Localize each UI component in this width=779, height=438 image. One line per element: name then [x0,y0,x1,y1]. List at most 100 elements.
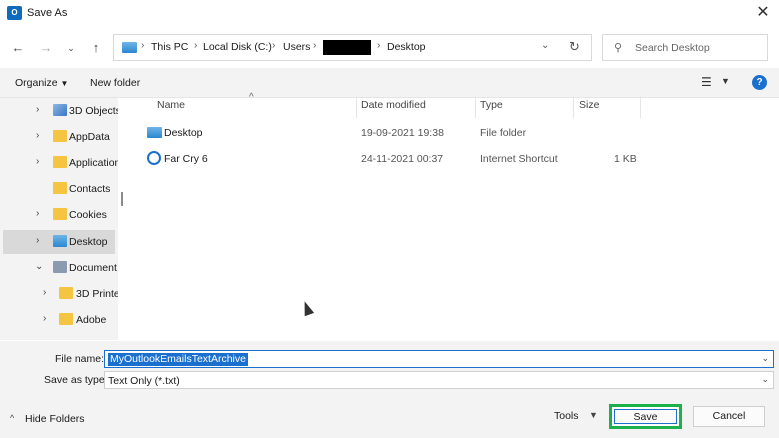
up-arrow-icon[interactable]: ↑ [86,38,106,58]
nav-item-label: Document [69,262,117,274]
search-input[interactable]: ⚲ Search Desktop [602,34,768,61]
nav-item-label: Adobe [76,314,107,326]
file-type: File folder [480,127,527,139]
search-icon: ⚲ [614,42,623,54]
file-row[interactable]: Desktop 19-09-2021 19:38 File folder [140,122,640,144]
new-folder-button[interactable]: New folder [90,77,140,89]
file-date: 19-09-2021 19:38 [361,127,444,139]
hide-folders-label: Hide Folders [25,413,85,425]
view-options-icon[interactable]: ☰ [701,75,712,89]
this-pc-icon [122,42,137,53]
title-bar: O Save As ✕ [0,0,779,28]
help-icon[interactable]: ? [752,75,767,90]
nav-item-label: Application [69,157,118,169]
command-bar: Organize ▼ New folder ☰ ▼ ? [0,68,779,98]
chevron-right-icon: › [194,40,198,51]
column-header-type[interactable]: Type [480,99,503,119]
chevron-up-icon: ^ [10,413,15,423]
folder-icon [53,182,67,194]
chevron-right-icon[interactable]: › [43,313,46,324]
address-bar[interactable]: › This PC › Local Disk (C:) › Users › › … [113,34,592,61]
column-divider[interactable] [475,96,476,118]
nav-item-label: AppData [69,131,110,143]
cancel-button[interactable]: Cancel [693,406,765,427]
column-header-date[interactable]: Date modified [361,99,426,119]
breadcrumb-desktop[interactable]: Desktop [387,41,426,53]
chevron-down-icon[interactable]: ⌄ [761,374,769,385]
nav-item-label: 3D Objects [69,105,118,117]
folder-icon [53,156,67,168]
column-divider[interactable] [640,96,641,118]
save-type-label: Save as type: [44,374,108,386]
outlook-icon: O [7,6,22,20]
chevron-right-icon[interactable]: › [36,156,39,167]
file-name: Desktop [164,127,203,139]
nav-item-desktop[interactable]: › Desktop [3,230,115,254]
desktop-folder-icon [53,235,67,247]
folder-icon [59,287,73,299]
chevron-right-icon[interactable]: › [36,130,39,141]
nav-item-label: Cookies [69,209,107,221]
internet-shortcut-icon [147,151,161,165]
folder-icon [53,208,67,220]
navigation-pane: › 3D Objects › AppData › Application Con… [0,98,118,340]
close-icon[interactable]: ✕ [752,3,774,23]
chevron-right-icon[interactable]: › [36,208,39,219]
sort-ascending-icon: ^ [249,92,254,103]
nav-item-contacts[interactable]: Contacts [3,177,115,201]
nav-item-adobe[interactable]: › Adobe [3,308,115,332]
chevron-right-icon[interactable]: › [36,235,39,246]
column-header-name[interactable]: Name [157,99,185,119]
breadcrumb-local-disk[interactable]: Local Disk (C:) [203,41,272,53]
nav-item-3d-printer[interactable]: › 3D Printe [3,282,118,306]
nav-item-label: Contacts [69,183,111,195]
file-size: 1 KB [614,153,637,165]
chevron-right-icon: › [313,40,317,51]
folder-icon [59,313,73,325]
chevron-right-icon: › [377,40,381,51]
file-name: Far Cry 6 [164,153,208,165]
breadcrumb-users[interactable]: Users [283,41,310,53]
nav-item-application[interactable]: › Application [3,151,118,175]
chevron-right-icon[interactable]: › [36,104,39,115]
chevron-right-icon: › [141,40,145,51]
tools-button[interactable]: Tools [554,410,579,422]
nav-item-appdata[interactable]: › AppData [3,125,115,149]
back-arrow-icon[interactable]: ← [8,38,28,58]
save-type-select[interactable]: Text Only (*.txt) ⌄ [104,371,774,389]
nav-item-label: 3D Printe [76,288,118,300]
search-placeholder: Search Desktop [635,42,710,54]
file-date: 24-11-2021 00:37 [361,153,444,165]
nav-item-documents[interactable]: ⌄ Document [3,256,117,280]
recent-locations-chevron-icon[interactable]: ⌄ [61,38,81,58]
organize-button[interactable]: Organize ▼ [15,77,68,89]
breadcrumb-this-pc[interactable]: This PC [151,41,188,53]
column-divider[interactable] [573,96,574,118]
nav-item-label: Desktop [69,236,108,248]
cube-icon [53,104,67,116]
column-divider[interactable] [356,96,357,118]
chevron-down-icon[interactable]: ⌄ [761,353,769,364]
file-type: Internet Shortcut [480,153,558,165]
save-button[interactable]: Save [614,409,677,424]
chevron-down-icon[interactable]: ▼ [721,76,730,86]
folder-icon [53,130,67,142]
column-header-size[interactable]: Size [579,99,599,119]
file-name-label: File name: [55,353,105,365]
file-name-input[interactable]: MyOutlookEmailsTextArchive ⌄ [104,350,774,368]
nav-pane-scrollbar[interactable] [121,192,123,206]
nav-item-3d-objects[interactable]: › 3D Objects [3,99,118,123]
chevron-down-icon[interactable]: ⌄ [35,261,43,272]
chevron-right-icon[interactable]: › [43,287,46,298]
nav-item-cookies[interactable]: › Cookies [3,203,115,227]
mouse-cursor-icon [299,299,315,317]
file-row[interactable]: Far Cry 6 24-11-2021 00:37 Internet Shor… [140,148,640,170]
chevron-down-icon[interactable]: ▼ [589,410,598,420]
save-type-value: Text Only (*.txt) [108,375,180,387]
file-name-value: MyOutlookEmailsTextArchive [108,353,248,366]
forward-arrow-icon[interactable]: → [36,38,56,58]
chevron-right-icon: › [272,40,276,51]
chevron-down-icon[interactable]: ⌄ [541,40,549,51]
refresh-icon[interactable]: ↻ [569,39,580,55]
save-button-highlight: Save [609,404,682,429]
